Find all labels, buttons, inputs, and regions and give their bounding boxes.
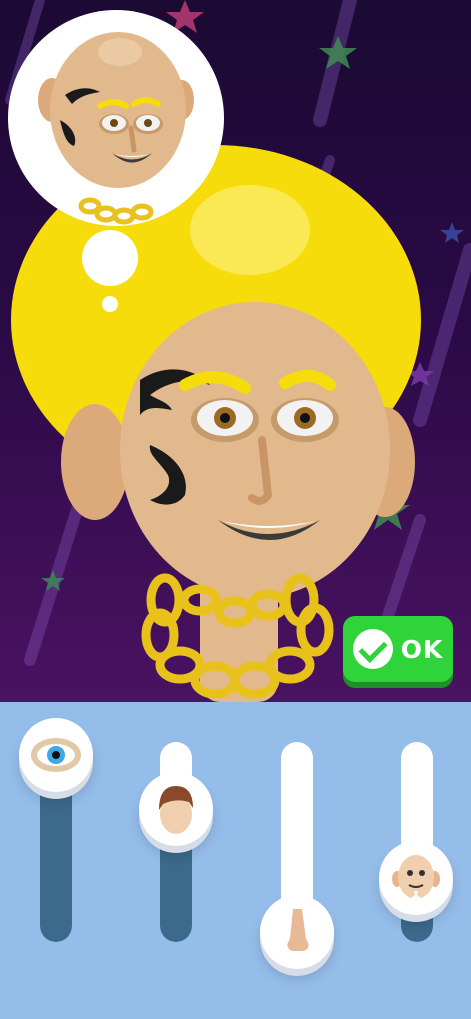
eye-icon — [31, 738, 81, 772]
head-icon — [392, 855, 440, 904]
checkmark-icon — [352, 629, 393, 669]
nose-icon — [287, 909, 309, 951]
left-ear — [61, 404, 129, 520]
face-sliders-panel — [0, 702, 471, 1019]
nose-slider-knob[interactable] — [260, 895, 334, 969]
scene-graphic — [5, 0, 471, 702]
slider-fill — [160, 832, 192, 942]
eye-slider-knob[interactable] — [19, 718, 93, 792]
head-slider-knob[interactable] — [379, 841, 453, 915]
game-scene: OK — [0, 0, 471, 702]
ok-button-label: OK — [400, 634, 444, 664]
face — [120, 302, 390, 598]
hair-icon — [159, 786, 193, 834]
hair-slider-knob[interactable] — [139, 772, 213, 846]
ok-button[interactable]: OK — [343, 616, 453, 682]
